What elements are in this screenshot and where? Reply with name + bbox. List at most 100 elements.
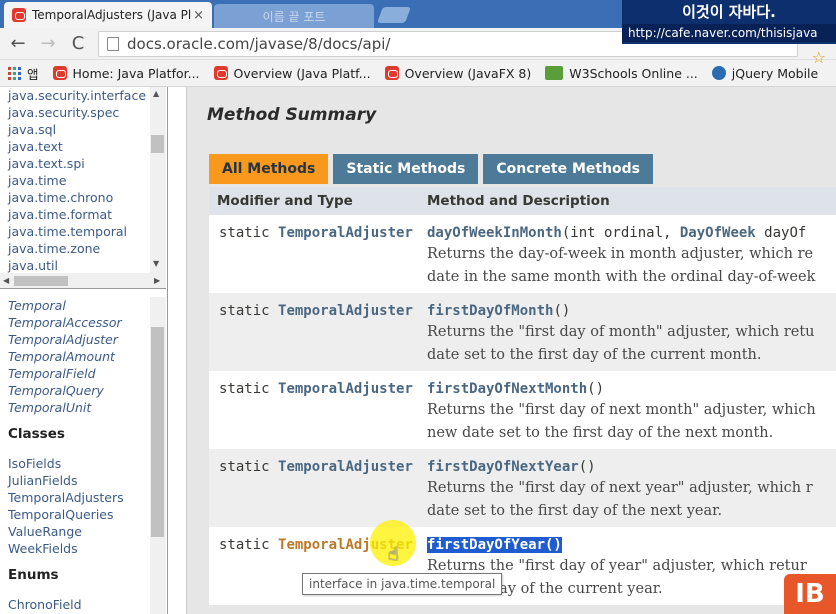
enums-header: Enums xyxy=(8,567,59,583)
package-link[interactable]: java.time xyxy=(8,172,150,189)
bookmark-javafx-overview[interactable]: Overview (JavaFX 8) xyxy=(384,65,532,81)
package-link[interactable]: java.security.interface xyxy=(8,87,150,104)
new-tab-button[interactable] xyxy=(377,7,411,23)
url-text[interactable]: docs.oracle.com/javase/8/docs/api/ xyxy=(127,35,390,53)
method-link[interactable]: dayOfWeekInMonth xyxy=(427,225,562,241)
scroll-up-icon[interactable]: ▲ xyxy=(153,89,159,98)
scroll-thumb[interactable] xyxy=(151,135,164,153)
class-scrollbar[interactable] xyxy=(150,297,166,614)
return-type-link[interactable]: TemporalAdjuster xyxy=(278,225,413,241)
tab-static-methods[interactable]: Static Methods xyxy=(333,154,479,184)
content-frame: Method Summary All Methods Static Method… xyxy=(172,87,836,614)
class-link[interactable]: IsoFields xyxy=(8,455,150,472)
interface-link[interactable]: TemporalField xyxy=(8,365,150,382)
package-list: java.security.interface java.security.spe… xyxy=(0,87,150,273)
package-link[interactable]: java.time.zone xyxy=(8,240,150,257)
package-link[interactable]: java.time.chrono xyxy=(8,189,150,206)
oracle-icon xyxy=(213,66,228,80)
bookmark-label: jQuery Mobile xyxy=(731,65,819,81)
method-description: date in the same month with the ordinal … xyxy=(427,269,816,285)
scroll-thumb[interactable] xyxy=(151,327,164,537)
bookmark-java-home[interactable]: Home: Java Platfor... xyxy=(52,65,200,81)
return-type-link[interactable]: TemporalAdjuster xyxy=(278,381,413,397)
package-link[interactable]: java.sql xyxy=(8,121,150,138)
modifier-cell: static TemporalAdjuster xyxy=(209,459,427,527)
package-hscrollbar[interactable]: ◀ ▶ xyxy=(0,273,166,289)
method-cell: dayOfWeekInMonth(int ordinal, DayOfWeek … xyxy=(427,225,836,293)
package-link[interactable]: java.time.temporal xyxy=(8,223,150,240)
modifier-text: static xyxy=(219,381,270,397)
bookmark-label: Overview (JavaFX 8) xyxy=(404,65,532,81)
method-params: () xyxy=(578,459,596,475)
method-link[interactable]: firstDayOfNextYear xyxy=(427,459,579,475)
tab-concrete-methods[interactable]: Concrete Methods xyxy=(483,154,654,184)
apps-icon[interactable] xyxy=(8,66,21,80)
watermark-url: http://cafe.naver.com/thisisjava xyxy=(622,24,836,42)
class-link[interactable]: JulianFields xyxy=(8,472,150,489)
modifier-cell: static TemporalAdjuster xyxy=(209,225,427,293)
modifier-cell: static TemporalAdjuster xyxy=(209,381,427,449)
package-link[interactable]: java.util xyxy=(8,257,150,273)
param-type-link[interactable]: DayOfWeek xyxy=(680,225,756,241)
method-params: (int ordinal, xyxy=(561,225,680,241)
tooltip: interface in java.time.temporal xyxy=(302,573,503,595)
browser-tab-inactive[interactable]: 이름 끝 포트 xyxy=(214,4,374,28)
bookmark-label: Home: Java Platfor... xyxy=(72,65,200,81)
scroll-down-icon[interactable]: ▼ xyxy=(153,259,159,268)
method-link[interactable]: firstDayOfNextMonth xyxy=(427,381,587,397)
class-link[interactable]: WeekFields xyxy=(8,540,150,557)
interface-link[interactable]: Temporal xyxy=(8,297,150,314)
method-description: Returns the "first day of next month" ad… xyxy=(427,402,816,418)
reload-icon[interactable]: C xyxy=(66,32,90,56)
modifier-text: static xyxy=(219,459,270,475)
method-description: Returns the day-of-week in month adjuste… xyxy=(427,246,814,262)
scroll-left-icon[interactable]: ◀ xyxy=(3,276,9,285)
return-type-link[interactable]: TemporalAdjuster xyxy=(278,303,413,319)
package-scrollbar[interactable]: ▲ ▼ xyxy=(150,87,166,273)
package-link[interactable]: java.time.format xyxy=(8,206,150,223)
forward-arrow-icon[interactable]: → xyxy=(36,32,60,56)
bookmark-jquery-mobile[interactable]: jQuery Mobile xyxy=(711,65,819,81)
class-link[interactable]: TemporalAdjusters xyxy=(8,489,150,506)
bookmark-java-overview[interactable]: Overview (Java Platf... xyxy=(213,66,371,81)
left-navigation-pane: java.security.interface java.security.spe… xyxy=(0,87,168,614)
star-icon[interactable]: ☆ xyxy=(812,48,826,67)
return-type-link[interactable]: TemporalAdjuster xyxy=(278,459,413,475)
method-link[interactable]: firstDayOfMonth xyxy=(427,303,553,319)
bookmark-w3schools[interactable]: W3Schools Online ... xyxy=(545,66,698,81)
page-favicon-icon xyxy=(12,8,26,22)
method-cell: firstDayOfNextYear() Returns the "first d… xyxy=(427,459,836,527)
interface-link[interactable]: TemporalAccessor xyxy=(8,314,150,331)
package-link[interactable]: java.text.spi xyxy=(8,155,150,172)
method-tabs: All Methods Static Methods Concrete Meth… xyxy=(209,154,658,184)
package-link[interactable]: java.security.spec xyxy=(8,104,150,121)
enum-link[interactable]: ChronoField xyxy=(8,596,150,613)
scroll-thumb[interactable] xyxy=(14,276,68,286)
col-method-header: Method and Description xyxy=(427,193,610,209)
class-link[interactable]: TemporalQueries xyxy=(8,506,150,523)
table-header: Modifier and Type Method and Description xyxy=(209,187,836,215)
modifier-cell: static TemporalAdjuster xyxy=(209,303,427,371)
package-link[interactable]: java.text xyxy=(8,138,150,155)
modifier-text: static xyxy=(219,225,270,241)
method-params: () xyxy=(587,381,605,397)
hand-cursor-icon: ☝ xyxy=(388,544,399,565)
scroll-right-icon[interactable]: ▶ xyxy=(154,276,160,285)
method-description: Returns the "first day of month" adjuste… xyxy=(427,324,815,340)
method-params: () xyxy=(553,303,571,319)
interface-link[interactable]: TemporalAmount xyxy=(8,348,150,365)
back-arrow-icon[interactable]: ← xyxy=(6,32,30,56)
bookmarks-bar: 앱 Home: Java Platfor... Overview (Java P… xyxy=(0,60,836,87)
interface-link[interactable]: TemporalUnit xyxy=(8,399,150,416)
interface-link[interactable]: TemporalQuery xyxy=(8,382,150,399)
browser-tab-active[interactable]: TemporalAdjusters (Java Pl × xyxy=(4,2,212,28)
method-link[interactable]: firstDayOfYear() xyxy=(427,537,562,553)
class-link[interactable]: ValueRange xyxy=(8,523,150,540)
bookmark-apps[interactable]: 앱 xyxy=(27,64,39,83)
logo-icon: IB xyxy=(784,574,836,614)
class-list: Temporal TemporalAccessor TemporalAdjuster… xyxy=(0,297,150,614)
interface-link[interactable]: TemporalAdjuster xyxy=(8,331,150,348)
tab-close-icon[interactable]: × xyxy=(193,8,204,23)
tab-all-methods[interactable]: All Methods xyxy=(209,154,329,184)
table-row: static TemporalAdjuster dayOfWeekInMonth(… xyxy=(209,215,836,293)
